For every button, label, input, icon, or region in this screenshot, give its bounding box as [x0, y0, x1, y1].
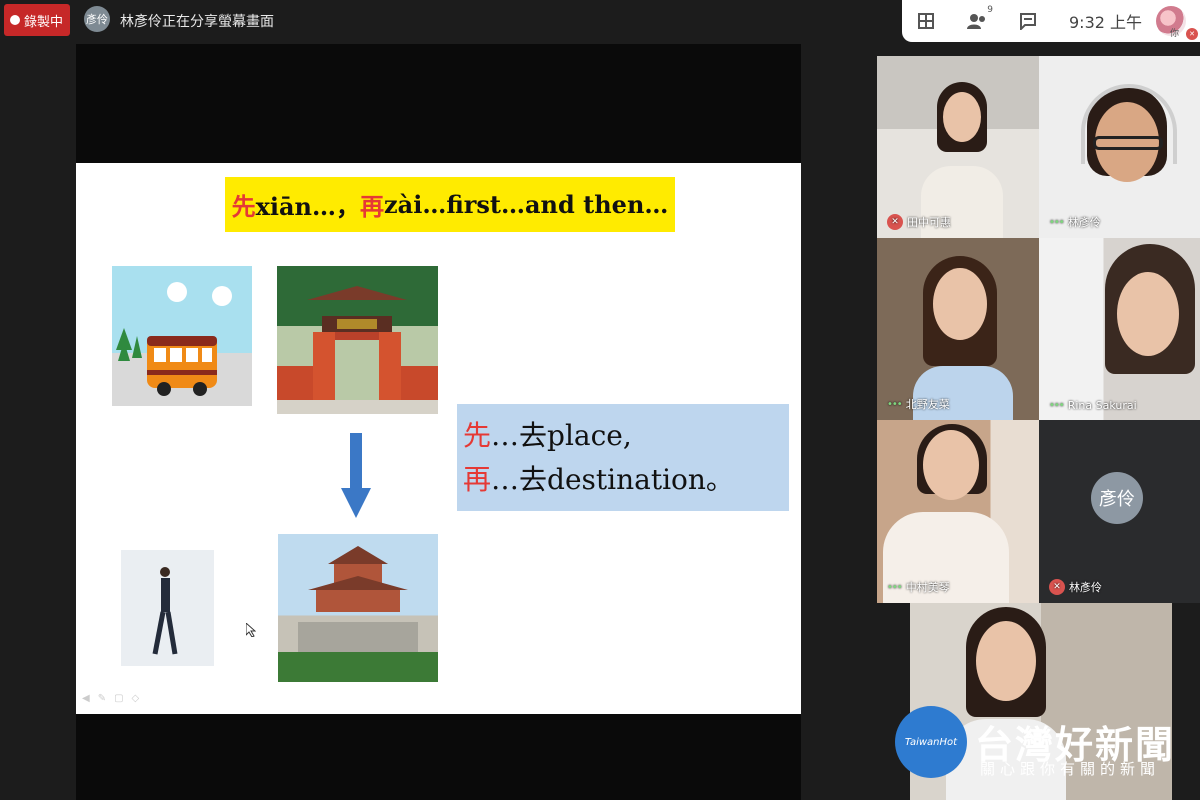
title-part-zai: zài…first…and then…	[384, 190, 669, 219]
note-line-2: 再…去destination。	[463, 458, 789, 502]
participants-icon[interactable]: 9	[967, 5, 993, 31]
participant-name: ••• 林彥伶	[1049, 216, 1101, 229]
participant-name: ••• 中村美琴	[887, 581, 950, 594]
clock-time: 9:32 上午	[1069, 13, 1143, 32]
taiwanhot-logo-icon: TaiwanHot	[895, 706, 967, 778]
participants-count: 9	[987, 5, 993, 15]
slide-tools[interactable]: ◀✎▢◇	[82, 693, 147, 704]
audio-level-icon: •••	[1049, 400, 1065, 411]
down-arrow-icon	[341, 433, 371, 518]
meeting-window: 錄製中 彥伶 林彥伶正在分享螢幕畫面 9 9:32 上午 你 ✕ 先 xiān……	[0, 0, 1200, 800]
mic-muted-badge-icon: ✕	[1186, 28, 1198, 40]
participant-tile-1[interactable]: ✕ 田中可惠	[877, 56, 1039, 238]
title-char-zai: 再	[360, 192, 385, 221]
my-avatar-label: 你	[1170, 29, 1180, 39]
note-line-1: 先…去place,	[463, 414, 789, 458]
grammar-note-box: 先…去place, 再…去destination。	[457, 404, 789, 511]
recording-label: 錄製中	[24, 14, 64, 30]
participant-name: ✕ 田中可惠	[887, 214, 951, 230]
fort-tower-image	[278, 534, 438, 682]
audio-level-icon: •••	[1049, 216, 1065, 228]
meeting-toolbar: 9 9:32 上午	[902, 0, 1200, 42]
mouse-cursor-icon	[246, 623, 256, 637]
audio-level-icon: •••	[887, 581, 903, 593]
participant-tile-2[interactable]: ••• 林彥伶	[1039, 56, 1200, 238]
recording-badge: 錄製中	[4, 4, 70, 36]
participant-tile-4[interactable]: ••• Rina Sakurai	[1039, 238, 1200, 420]
bus-image	[112, 266, 252, 406]
mic-off-icon: ✕	[887, 214, 903, 230]
temple-gate-image	[277, 266, 438, 414]
title-part-xian: xiān…，	[255, 192, 361, 221]
watermark-subtitle: 關心跟你有關的新聞	[980, 760, 1161, 778]
slide-title: 先 xiān…， 再 zài…first…and then…	[225, 177, 675, 232]
note-text-1: …去place,	[491, 419, 632, 452]
title-char-xian: 先	[231, 192, 256, 221]
mic-off-icon: ✕	[1049, 579, 1065, 595]
participant-tile-5[interactable]: ••• 中村美琴	[877, 420, 1039, 603]
note-char-xian: 先	[463, 419, 492, 452]
note-text-2: …去destination。	[491, 463, 734, 496]
grid-layout-icon[interactable]	[916, 11, 936, 31]
walking-person-image	[121, 550, 214, 666]
record-dot-icon	[10, 15, 20, 25]
participant-tile-6[interactable]: 彥伶 ✕ 林彥伶	[1039, 420, 1200, 603]
audio-level-icon: •••	[887, 398, 903, 410]
presentation-slide: 先 xiān…， 再 zài…first…and then… 先…去place,…	[76, 163, 801, 714]
participant-tile-3[interactable]: ••• 北野友菜	[877, 238, 1039, 420]
chat-icon[interactable]	[1018, 11, 1038, 31]
presenter-avatar: 彥伶	[84, 6, 110, 32]
participant-name: ••• 北野友菜	[887, 398, 950, 411]
participant-avatar: 彥伶	[1091, 472, 1143, 524]
participant-name: ✕ 林彥伶	[1049, 579, 1102, 595]
sharing-status-text: 林彥伶正在分享螢幕畫面	[120, 14, 274, 30]
note-char-zai: 再	[463, 463, 492, 496]
participant-name: ••• Rina Sakurai	[1049, 399, 1137, 412]
